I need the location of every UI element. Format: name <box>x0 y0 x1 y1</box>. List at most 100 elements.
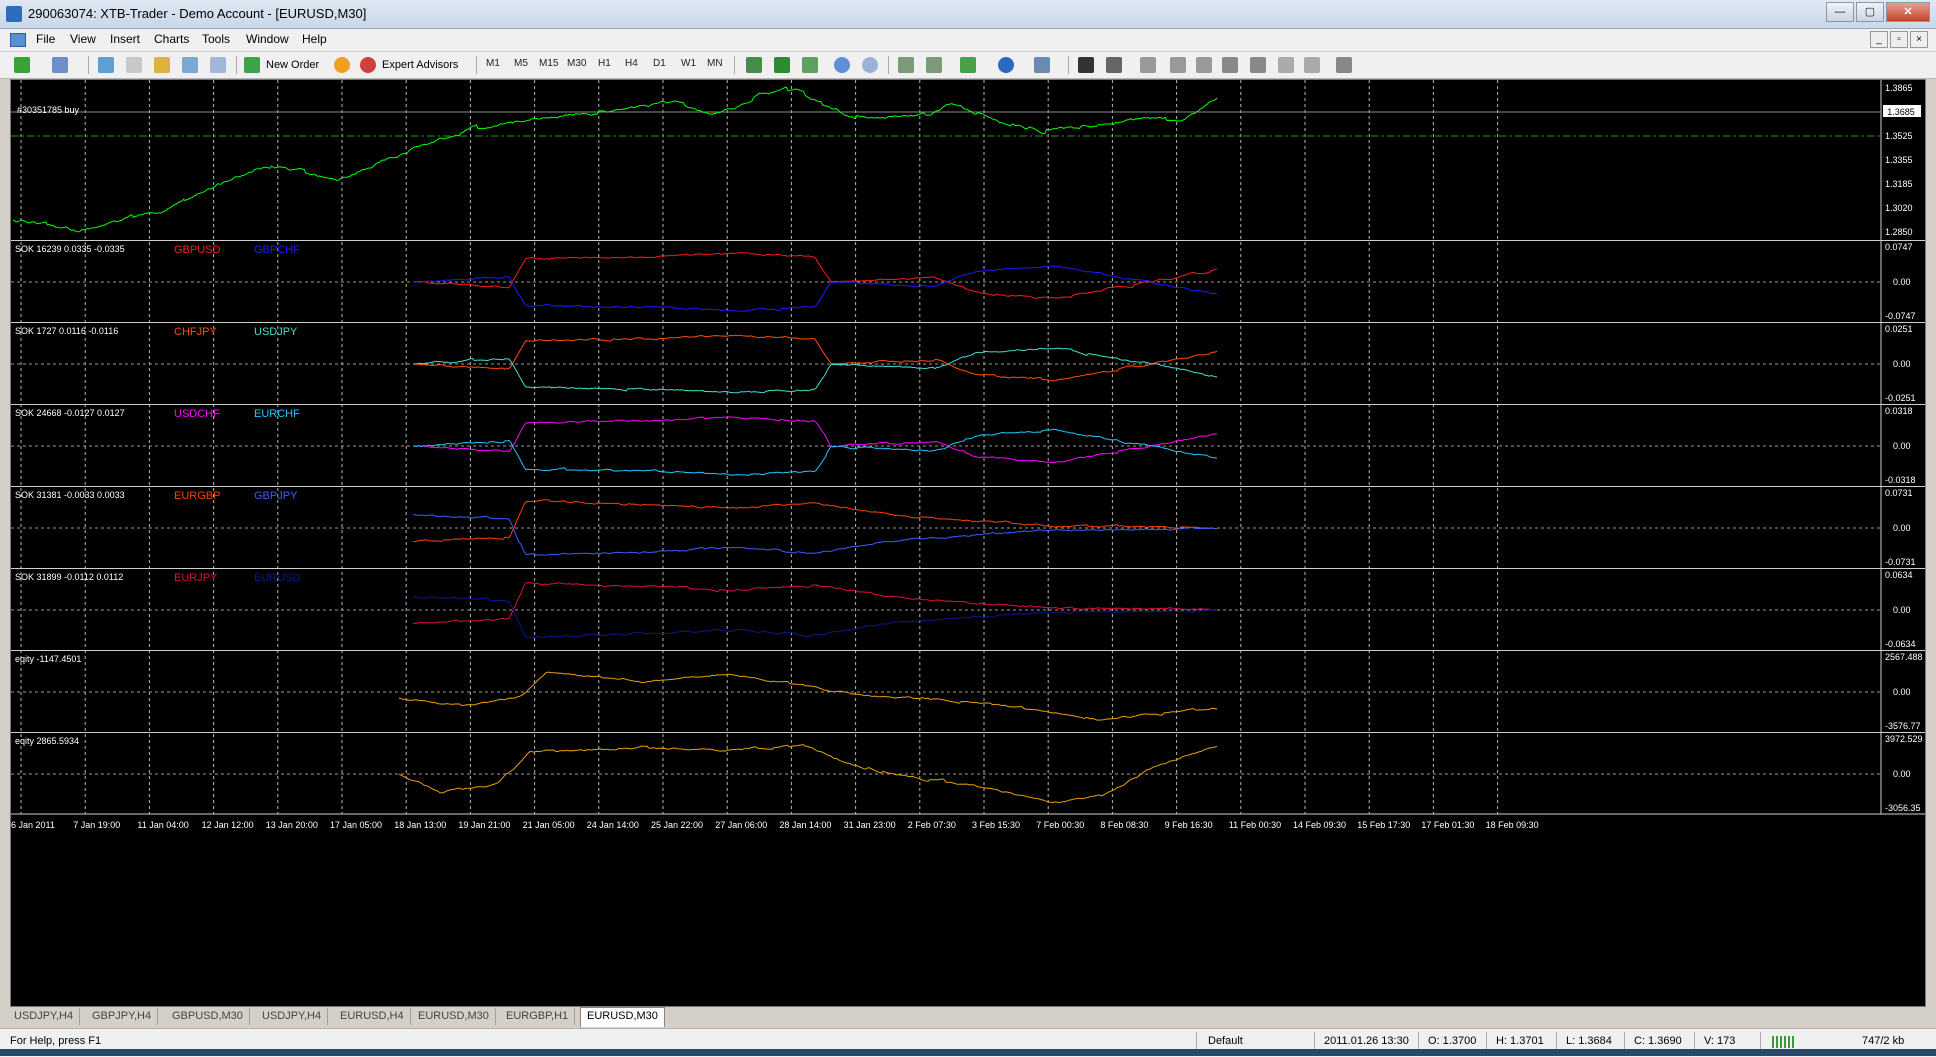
taskbar <box>0 1049 1936 1056</box>
axis-max-label: 0.0731 <box>1885 488 1913 498</box>
zoom-out-icon[interactable] <box>862 57 878 73</box>
data-window-icon[interactable] <box>154 57 170 73</box>
timeframe-m5[interactable]: M5 <box>514 58 528 69</box>
chart-close-button[interactable]: × <box>1910 31 1928 48</box>
tab-usdjpy-h4[interactable]: USDJPY,H4 <box>8 1008 81 1025</box>
close-button[interactable]: ✕ <box>1886 2 1930 22</box>
symbol-b-label: GBPCHF <box>254 244 300 256</box>
vertical-line-icon[interactable] <box>1140 57 1156 73</box>
minimize-button[interactable]: — <box>1826 2 1854 22</box>
strategy-tester-icon[interactable] <box>210 57 226 73</box>
new-chart-icon[interactable] <box>14 57 30 73</box>
tab-eurusd-m30-active[interactable]: EURUSD,M30 <box>580 1007 665 1027</box>
bar-close: C: 1.3690 <box>1634 1035 1682 1047</box>
timeframe-h4[interactable]: H4 <box>625 58 638 69</box>
series-b-line <box>412 514 1218 556</box>
price-tick-label: 1.3020 <box>1885 203 1913 213</box>
text-icon[interactable] <box>1278 57 1294 73</box>
indicator-label: SOK 31899 -0.0112 0.0112 <box>15 572 123 582</box>
menu-view[interactable]: View <box>70 32 96 46</box>
menu-insert[interactable]: Insert <box>110 32 140 46</box>
timeframe-d1[interactable]: D1 <box>653 58 666 69</box>
trendline-icon[interactable] <box>1196 57 1212 73</box>
tab-eurusd-h4[interactable]: EURUSD,H4 <box>334 1008 411 1025</box>
indicator-label: SOK 31381 -0.0033 0.0033 <box>15 490 125 500</box>
arrows-icon[interactable] <box>1336 57 1352 73</box>
axis-min-label: -0.0318 <box>1885 475 1916 485</box>
time-tick-label: 11 Jan 04:00 <box>137 820 188 830</box>
time-tick-label: 18 Feb 09:30 <box>1486 820 1539 830</box>
chart-canvas[interactable]: 1.3865 1.3685 1.3525 1.3355 1.3185 1.3020 1.28… <box>11 80 1925 1006</box>
expert-advisors-button[interactable]: Expert Advisors <box>382 56 458 74</box>
crosshair-icon[interactable] <box>1106 57 1122 73</box>
new-order-icon[interactable] <box>244 57 260 73</box>
candlestick-icon[interactable] <box>774 57 790 73</box>
tab-eurgbp-h1[interactable]: EURGBP,H1 <box>500 1008 576 1025</box>
equidistant-channel-icon[interactable] <box>1222 57 1238 73</box>
menu-charts[interactable]: Charts <box>154 32 189 46</box>
fibonacci-icon[interactable] <box>1250 57 1266 73</box>
profiles-icon[interactable] <box>52 57 68 73</box>
text-label-icon[interactable] <box>1304 57 1320 73</box>
chart-shift-icon[interactable] <box>898 57 914 73</box>
help-hint: For Help, press F1 <box>10 1035 102 1047</box>
timeframe-m30[interactable]: M30 <box>567 58 586 69</box>
time-tick-label: 14 Feb 09:30 <box>1293 820 1346 830</box>
new-order-button[interactable]: New Order <box>266 56 319 74</box>
tab-gbpjpy-h4[interactable]: GBPJPY,H4 <box>86 1008 159 1025</box>
axis-min-label: -0.0251 <box>1885 393 1916 403</box>
bar-open: O: 1.3700 <box>1428 1035 1477 1047</box>
timeframe-m1[interactable]: M1 <box>486 58 500 69</box>
time-tick-label: 9 Feb 16:30 <box>1165 820 1213 830</box>
auto-scroll-icon[interactable] <box>926 57 942 73</box>
timeframe-w1[interactable]: W1 <box>681 58 696 69</box>
tab-gbpusd-m30[interactable]: GBPUSD,M30 <box>166 1008 250 1025</box>
indicators-icon[interactable] <box>960 57 976 73</box>
symbol-a-label: EURGBP <box>174 490 220 502</box>
menu-help[interactable]: Help <box>302 32 327 46</box>
time-tick-label: 6 Jan 2011 <box>11 820 55 830</box>
equity-line <box>398 671 1218 721</box>
cursor-icon[interactable] <box>1078 57 1094 73</box>
expert-advisors-icon[interactable] <box>360 57 376 73</box>
bar-datetime: 2011.01.26 13:30 <box>1324 1035 1409 1047</box>
chart-window[interactable]: 1.3865 1.3685 1.3525 1.3355 1.3185 1.3020 1.28… <box>10 79 1926 1007</box>
zoom-in-icon[interactable] <box>834 57 850 73</box>
chart-tabs: USDJPY,H4 GBPJPY,H4 GBPUSD,M30 USDJPY,H4… <box>8 1007 1928 1027</box>
chart-window-icon[interactable] <box>10 33 26 47</box>
chart-window-controls: _ ▫ × <box>1870 31 1928 48</box>
chart-restore-button[interactable]: ▫ <box>1890 31 1908 48</box>
axis-zero-label: 0.00 <box>1893 277 1911 287</box>
current-price-label: 1.3685 <box>1887 107 1915 117</box>
maximize-button[interactable]: ▢ <box>1856 2 1884 22</box>
connection-status-icon <box>1772 1036 1796 1048</box>
templates-icon[interactable] <box>1034 57 1050 73</box>
menu-window[interactable]: Window <box>246 32 289 46</box>
symbol-a-label: CHFJPY <box>174 326 217 338</box>
price-tick-label: 1.3185 <box>1885 179 1913 189</box>
time-tick-label: 24 Jan 14:00 <box>587 820 639 830</box>
terminal-icon[interactable] <box>182 57 198 73</box>
tab-eurusd-m30[interactable]: EURUSD,M30 <box>412 1008 496 1025</box>
line-chart-icon[interactable] <box>802 57 818 73</box>
market-watch-icon[interactable] <box>98 57 114 73</box>
timeframe-m15[interactable]: M15 <box>539 58 558 69</box>
menu-tools[interactable]: Tools <box>202 32 230 46</box>
metaeditor-icon[interactable] <box>334 57 350 73</box>
periods-icon[interactable] <box>998 57 1014 73</box>
bar-volume: V: 173 <box>1704 1035 1736 1047</box>
time-tick-label: 19 Jan 21:00 <box>458 820 510 830</box>
chart-minimize-button[interactable]: _ <box>1870 31 1888 48</box>
menu-file[interactable]: File <box>36 32 55 46</box>
bar-chart-icon[interactable] <box>746 57 762 73</box>
app-icon <box>6 6 22 22</box>
navigator-icon[interactable] <box>126 57 142 73</box>
time-tick-label: 2 Feb 07:30 <box>908 820 956 830</box>
series-b-line <box>412 596 1218 639</box>
timeframe-h1[interactable]: H1 <box>598 58 611 69</box>
horizontal-line-icon[interactable] <box>1170 57 1186 73</box>
timeframe-mn[interactable]: MN <box>707 58 723 69</box>
tab-usdjpy-h4-2[interactable]: USDJPY,H4 <box>256 1008 329 1025</box>
time-tick-label: 18 Jan 13:00 <box>394 820 446 830</box>
axis-max-label: 2567.488 <box>1885 652 1923 662</box>
